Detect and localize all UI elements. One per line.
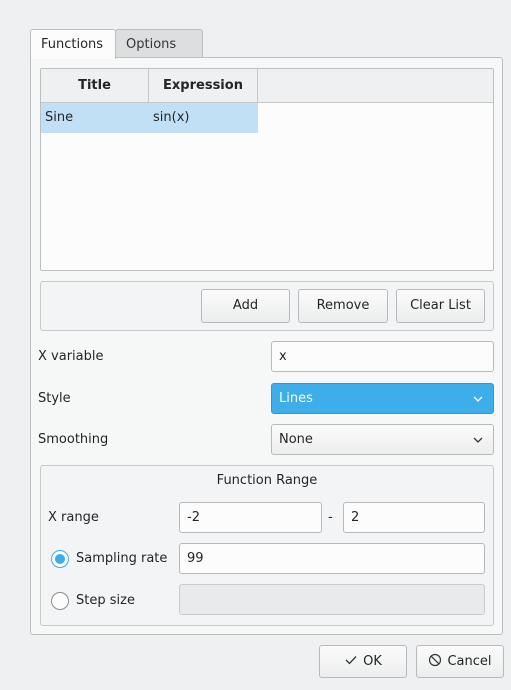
style-label: Style — [38, 391, 71, 406]
smoothing-combobox[interactable]: None — [271, 424, 494, 455]
smoothing-label: Smoothing — [38, 432, 109, 447]
x-variable-label: X variable — [38, 349, 104, 364]
style-combobox-value: Lines — [279, 391, 313, 406]
step-size-input[interactable] — [179, 584, 485, 615]
add-button[interactable]: Add — [201, 289, 290, 323]
table-cell-title[interactable]: Sine — [41, 103, 149, 133]
remove-button[interactable]: Remove — [298, 289, 388, 323]
cancel-button-label: Cancel — [447, 654, 492, 669]
function-table[interactable]: Title Expression Sine sin(x) — [40, 68, 494, 271]
ok-button[interactable]: OK — [319, 645, 407, 678]
sampling-rate-radio[interactable] — [51, 550, 69, 568]
tab-options-label: Options — [126, 37, 177, 52]
x-range-min-input[interactable]: -2 — [179, 502, 322, 533]
step-size-label[interactable]: Step size — [76, 592, 135, 610]
style-combobox[interactable]: Lines — [271, 383, 494, 414]
sampling-rate-label[interactable]: Sampling rate — [76, 550, 167, 568]
cancel-icon — [429, 653, 442, 667]
tab-options[interactable]: Options — [115, 29, 203, 58]
column-header-title[interactable]: Title — [41, 69, 149, 103]
function-range-title: Function Range — [216, 473, 318, 488]
tab-functions[interactable]: Functions — [30, 29, 116, 59]
tab-functions-label: Functions — [41, 37, 104, 52]
chevron-down-icon — [473, 437, 483, 443]
step-size-radio[interactable] — [51, 592, 69, 610]
x-range-separator: - — [328, 510, 333, 525]
table-cell-expression[interactable]: sin(x) — [149, 103, 258, 133]
column-header-expression[interactable]: Expression — [149, 69, 258, 103]
clear-list-button[interactable]: Clear List — [396, 289, 485, 323]
cancel-button[interactable]: Cancel — [416, 645, 504, 678]
x-range-label: X range — [48, 510, 99, 525]
x-variable-input[interactable]: x — [271, 341, 494, 372]
header-filler — [258, 69, 493, 103]
checkmark-icon — [345, 656, 357, 665]
ok-button-label: OK — [363, 654, 382, 669]
sampling-rate-input[interactable]: 99 — [179, 543, 485, 574]
smoothing-combobox-value: None — [279, 432, 313, 447]
x-range-max-input[interactable]: 2 — [343, 502, 485, 533]
chevron-down-icon — [473, 396, 483, 402]
